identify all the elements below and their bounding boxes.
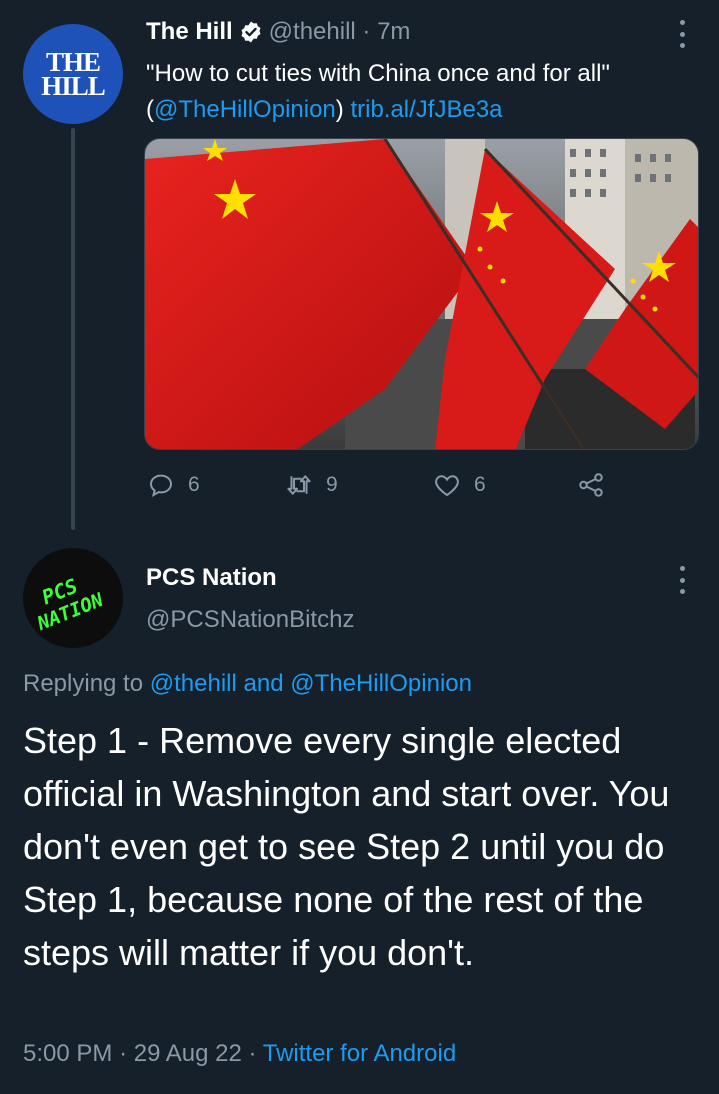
author-name[interactable]: PCS Nation — [146, 564, 277, 592]
retweet-count: 9 — [326, 473, 338, 496]
tweet-header: The Hill @thehill · 7m — [146, 18, 410, 46]
replying-prefix: Replying to — [23, 670, 150, 697]
paren-close: ) — [335, 96, 344, 123]
tweet-quote-text: "How to cut ties with China once and for… — [146, 60, 610, 87]
reply-button[interactable]: 6 — [146, 470, 200, 500]
thread-connector-line — [71, 128, 75, 530]
author-handle[interactable]: @thehill — [269, 18, 356, 46]
like-button[interactable]: 6 — [432, 470, 486, 500]
header-separator: · — [355, 18, 378, 45]
replying-to: Replying to @thehill and @TheHillOpinion — [23, 670, 472, 698]
replying-mention-1[interactable]: @thehill — [150, 670, 237, 697]
retweet-icon — [287, 475, 311, 495]
reply-count: 6 — [188, 473, 200, 496]
mention-link[interactable]: @TheHillOpinion — [154, 96, 336, 123]
tweet-media-image[interactable] — [144, 138, 699, 450]
replying-mention-2[interactable]: @TheHillOpinion — [290, 670, 472, 697]
heart-icon — [435, 475, 459, 497]
like-count: 6 — [474, 473, 486, 496]
tweet-text: "How to cut ties with China once and for… — [146, 56, 686, 128]
verified-badge-icon — [241, 21, 261, 43]
tweet-time[interactable]: 7m — [377, 18, 410, 46]
tweet-date[interactable]: 29 Aug 22 — [134, 1040, 242, 1067]
avatar-text-line2: HILL — [41, 71, 106, 101]
share-icon — [579, 473, 603, 497]
share-button[interactable] — [576, 470, 606, 500]
avatar-pcs-nation[interactable]: PCS NATION — [23, 548, 123, 648]
avatar-the-hill[interactable]: THE HILL — [23, 24, 123, 124]
author-handle[interactable]: @PCSNationBitchz — [146, 606, 354, 634]
china-flags-photo — [145, 139, 698, 449]
author-name[interactable]: The Hill — [146, 18, 233, 46]
meta-separator: · — [248, 1040, 263, 1067]
more-options-icon[interactable] — [678, 20, 686, 48]
reply-tweet-text: Step 1 - Remove every single elected off… — [23, 720, 670, 973]
tweet-time[interactable]: 5:00 PM — [23, 1040, 112, 1067]
retweet-button[interactable]: 9 — [284, 470, 338, 500]
more-options-icon[interactable] — [678, 566, 686, 594]
tweet-meta: 5:00 PM · 29 Aug 22 · Twitter for Androi… — [23, 1040, 456, 1068]
tweet-actions-bar: 6 9 6 — [146, 470, 616, 506]
pcs-nation-logo: PCS NATION — [34, 574, 107, 636]
url-link[interactable]: trib.al/JfJBe3a — [350, 96, 502, 123]
reply-icon — [149, 474, 173, 498]
meta-separator: · — [119, 1040, 134, 1067]
tweet-source[interactable]: Twitter for Android — [263, 1040, 456, 1067]
replying-and: and — [236, 670, 291, 697]
paren-open: ( — [146, 96, 154, 123]
